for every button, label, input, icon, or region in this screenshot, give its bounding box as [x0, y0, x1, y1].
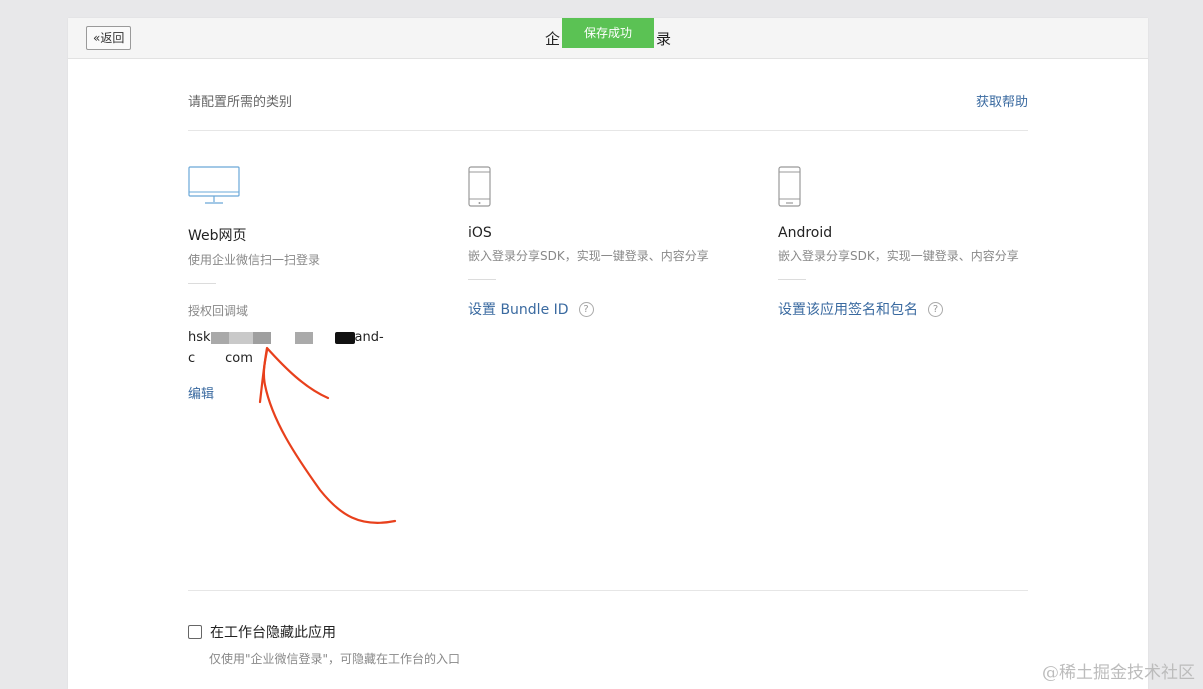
- divider: [188, 590, 1028, 591]
- category-web: Web网页 使用企业微信扫一扫登录 授权回调域 hsk and- c com 编辑: [188, 166, 488, 402]
- divider: [188, 130, 1028, 131]
- category-desc: 嵌入登录分享SDK，实现一键登录、内容分享: [468, 249, 709, 263]
- section-label: 请配置所需的类别: [188, 95, 293, 110]
- divider: [468, 279, 496, 280]
- set-bundle-id-link[interactable]: 设置 Bundle ID ?: [468, 299, 768, 319]
- watermark: @稀土掘金技术社区: [1042, 663, 1195, 683]
- category-desc: 嵌入登录分享SDK，实现一键登录、内容分享: [778, 249, 1019, 263]
- divider: [188, 283, 216, 284]
- category-name: iOS: [468, 225, 492, 241]
- phone-icon: [468, 166, 768, 208]
- hide-in-workbench-option[interactable]: 在工作台隐藏此应用: [188, 622, 336, 642]
- page-title-left: 企: [544, 30, 560, 48]
- domain-text: and-: [354, 330, 384, 345]
- hide-in-workbench-checkbox[interactable]: [188, 625, 202, 639]
- help-icon[interactable]: ?: [928, 301, 943, 317]
- set-signature-link[interactable]: 设置该应用签名和包名 ?: [778, 299, 1078, 319]
- help-link[interactable]: 获取帮助: [976, 91, 1028, 110]
- monitor-icon: [188, 166, 488, 208]
- hide-in-workbench-label: 在工作台隐藏此应用: [210, 625, 336, 641]
- divider: [778, 279, 806, 280]
- callback-domain-value: hsk and- c com: [188, 327, 398, 369]
- domain-text: c: [188, 351, 196, 366]
- save-success-toast: 保存成功: [562, 18, 654, 48]
- category-name: Web网页: [188, 228, 247, 244]
- page-title-right: 录: [656, 30, 672, 48]
- category-name: Android: [778, 225, 833, 241]
- hide-in-workbench-hint: 仅使用"企业微信登录"，可隐藏在工作台的入口: [209, 652, 461, 666]
- category-ios: iOS 嵌入登录分享SDK，实现一键登录、内容分享 设置 Bundle ID ?: [468, 166, 768, 319]
- action-label: 设置该应用签名和包名: [778, 302, 918, 318]
- domain-text: com: [225, 351, 253, 366]
- category-android: Android 嵌入登录分享SDK，实现一键登录、内容分享 设置该应用签名和包名…: [778, 166, 1078, 319]
- help-icon[interactable]: ?: [578, 301, 594, 317]
- main-panel: « 返回 企录 保存成功 请配置所需的类别 获取帮助 Web网页 使用企业微信扫…: [68, 18, 1148, 689]
- edit-link[interactable]: 编辑: [188, 383, 488, 402]
- domain-text: hsk: [188, 330, 211, 345]
- callback-domain-label: 授权回调域: [188, 304, 249, 318]
- action-label: 设置 Bundle ID: [468, 302, 569, 318]
- phone-icon: [778, 166, 1078, 208]
- category-desc: 使用企业微信扫一扫登录: [188, 253, 321, 267]
